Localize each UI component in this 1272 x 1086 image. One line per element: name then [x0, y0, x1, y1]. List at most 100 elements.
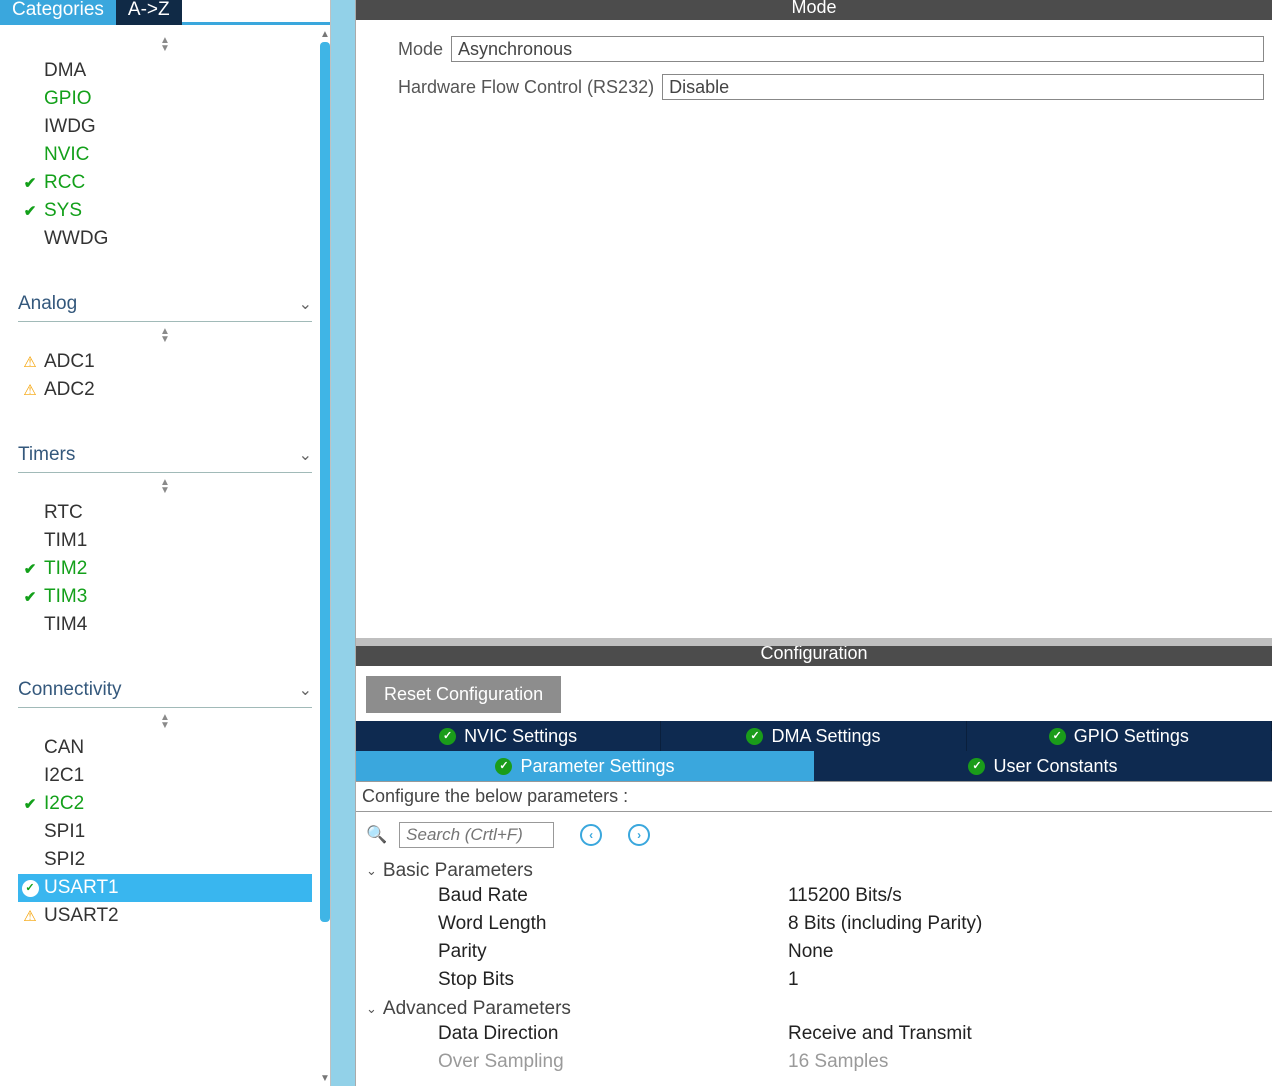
- param-value: 115200 Bits/s: [788, 885, 902, 907]
- mode-panel-body: Mode Asynchronous Hardware Flow Control (R…: [356, 20, 1272, 120]
- peripheral-item-gpio[interactable]: GPIO: [18, 85, 312, 113]
- check-icon: ✔: [20, 560, 40, 578]
- scroll-down-icon[interactable]: ▼: [320, 1072, 330, 1086]
- ok-icon: ✓: [439, 728, 456, 745]
- param-key: Data Direction: [438, 1023, 788, 1045]
- peripheral-item-rcc[interactable]: ✔RCC: [18, 169, 312, 197]
- peripheral-label: RCC: [44, 172, 85, 194]
- scroll-track[interactable]: [320, 42, 330, 1072]
- peripheral-label: USART2: [44, 905, 119, 927]
- category-items: DMAGPIOIWDGNVIC✔RCC✔SYSWWDG: [18, 57, 312, 253]
- peripheral-item-tim2[interactable]: ✔TIM2: [18, 555, 312, 583]
- peripheral-label: TIM2: [44, 558, 87, 580]
- peripheral-item-iwdg[interactable]: IWDG: [18, 113, 312, 141]
- param-group-title: Basic Parameters: [383, 860, 533, 882]
- config-tab-label: GPIO Settings: [1074, 726, 1189, 747]
- search-next-button[interactable]: ›: [628, 824, 650, 846]
- peripheral-item-can[interactable]: CAN: [18, 734, 312, 762]
- param-row-parity[interactable]: ParityNone: [366, 938, 1262, 966]
- peripheral-item-adc2[interactable]: ⚠ADC2: [18, 376, 312, 404]
- param-group-header[interactable]: ⌄Advanced Parameters: [366, 998, 1262, 1020]
- peripheral-item-rtc[interactable]: RTC: [18, 499, 312, 527]
- disclosure-icon: ⌄: [366, 863, 377, 879]
- ok-icon: ✓: [968, 758, 985, 775]
- peripheral-item-tim1[interactable]: TIM1: [18, 527, 312, 555]
- sort-toggle-icon[interactable]: [18, 479, 312, 495]
- param-row-baud-rate[interactable]: Baud Rate115200 Bits/s: [366, 882, 1262, 910]
- param-key: Baud Rate: [438, 885, 788, 907]
- peripheral-item-i2c1[interactable]: I2C1: [18, 762, 312, 790]
- peripheral-item-i2c2[interactable]: ✔I2C2: [18, 790, 312, 818]
- mode-dropdown[interactable]: Asynchronous: [451, 36, 1264, 62]
- chevron-down-icon: ⌄: [299, 294, 312, 314]
- peripheral-item-tim4[interactable]: TIM4: [18, 611, 312, 639]
- categories-sidebar: Categories A->Z DMAGPIOIWDGNVIC✔RCC✔SYSW…: [0, 0, 331, 1086]
- reset-configuration-button[interactable]: Reset Configuration: [366, 676, 561, 713]
- sort-toggle-icon[interactable]: [18, 37, 312, 53]
- param-row-stop-bits[interactable]: Stop Bits1: [366, 966, 1262, 994]
- peripheral-label: RTC: [44, 502, 83, 524]
- peripheral-label: GPIO: [44, 88, 92, 110]
- tab-categories[interactable]: Categories: [0, 0, 116, 25]
- config-tab-dma-settings[interactable]: ✓DMA Settings: [661, 721, 966, 751]
- param-search-input[interactable]: [399, 822, 554, 848]
- category-title: Timers: [18, 444, 75, 466]
- peripheral-item-tim3[interactable]: ✔TIM3: [18, 583, 312, 611]
- param-search-row: 🔍 ‹ ›: [356, 812, 1272, 854]
- peripheral-item-spi2[interactable]: SPI2: [18, 846, 312, 874]
- sidebar-scrollbar[interactable]: ▲ ▼: [320, 28, 330, 1086]
- tab-a-to-z[interactable]: A->Z: [116, 0, 182, 25]
- horizontal-splitter[interactable]: [356, 638, 1272, 646]
- category-group-system_core: DMAGPIOIWDGNVIC✔RCC✔SYSWWDG: [18, 37, 312, 253]
- ok-circle-icon: ✓: [20, 880, 40, 897]
- warning-icon: ⚠: [20, 353, 40, 371]
- peripheral-label: USART1: [44, 877, 119, 899]
- config-tab-label: DMA Settings: [771, 726, 880, 747]
- scroll-up-icon[interactable]: ▲: [320, 28, 330, 42]
- peripheral-item-nvic[interactable]: NVIC: [18, 141, 312, 169]
- mode-label: Hardware Flow Control (RS232): [398, 77, 654, 98]
- peripheral-item-sys[interactable]: ✔SYS: [18, 197, 312, 225]
- mode-panel-title: Mode: [356, 0, 1272, 20]
- mode-label: Mode: [398, 39, 443, 60]
- mode-dropdown[interactable]: Disable: [662, 74, 1264, 100]
- config-tab-user-constants[interactable]: ✓ User Constants: [814, 751, 1272, 781]
- category-header-timers[interactable]: Timers⌄: [18, 440, 312, 473]
- category-items: CANI2C1✔I2C2SPI1SPI2✓USART1⚠USART2: [18, 734, 312, 930]
- sort-toggle-icon[interactable]: [18, 328, 312, 344]
- config-tab-nvic-settings[interactable]: ✓NVIC Settings: [356, 721, 661, 751]
- param-value: None: [788, 941, 833, 963]
- warning-icon: ⚠: [20, 381, 40, 399]
- main-panel: Mode Mode Asynchronous Hardware Flow Contr…: [355, 0, 1272, 1086]
- peripheral-item-wwdg[interactable]: WWDG: [18, 225, 312, 253]
- peripheral-label: TIM4: [44, 614, 87, 636]
- scroll-thumb[interactable]: [320, 42, 330, 922]
- category-items: ⚠ADC1⚠ADC2: [18, 348, 312, 404]
- category-header-connectivity[interactable]: Connectivity⌄: [18, 675, 312, 708]
- disclosure-icon: ⌄: [366, 1001, 377, 1017]
- peripheral-item-usart1[interactable]: ✓USART1: [18, 874, 312, 902]
- sidebar-body: DMAGPIOIWDGNVIC✔RCC✔SYSWWDGAnalog⌄⚠ADC1⚠…: [0, 25, 330, 1083]
- param-row-over-sampling: Over Sampling16 Samples: [366, 1048, 1262, 1076]
- param-row-data-direction[interactable]: Data DirectionReceive and Transmit: [366, 1020, 1262, 1048]
- peripheral-item-usart2[interactable]: ⚠USART2: [18, 902, 312, 930]
- mode-spacer: [356, 120, 1272, 638]
- param-value: Receive and Transmit: [788, 1023, 972, 1045]
- config-tab-parameter-settings[interactable]: ✓Parameter Settings: [356, 751, 814, 781]
- search-prev-button[interactable]: ‹: [580, 824, 602, 846]
- warning-icon: ⚠: [20, 907, 40, 925]
- param-key: Over Sampling: [438, 1051, 788, 1073]
- config-tab-label: User Constants: [993, 756, 1117, 777]
- config-tab-gpio-settings[interactable]: ✓GPIO Settings: [967, 721, 1272, 751]
- vertical-splitter[interactable]: [331, 0, 355, 1086]
- peripheral-item-spi1[interactable]: SPI1: [18, 818, 312, 846]
- param-group-header[interactable]: ⌄ Basic Parameters: [366, 860, 1262, 882]
- check-icon: ✔: [20, 202, 40, 220]
- param-value: 8 Bits (including Parity): [788, 913, 982, 935]
- sort-toggle-icon[interactable]: [18, 714, 312, 730]
- category-header-analog[interactable]: Analog⌄: [18, 289, 312, 322]
- param-row-word-length[interactable]: Word Length8 Bits (including Parity): [366, 910, 1262, 938]
- peripheral-label: IWDG: [44, 116, 96, 138]
- peripheral-item-dma[interactable]: DMA: [18, 57, 312, 85]
- peripheral-item-adc1[interactable]: ⚠ADC1: [18, 348, 312, 376]
